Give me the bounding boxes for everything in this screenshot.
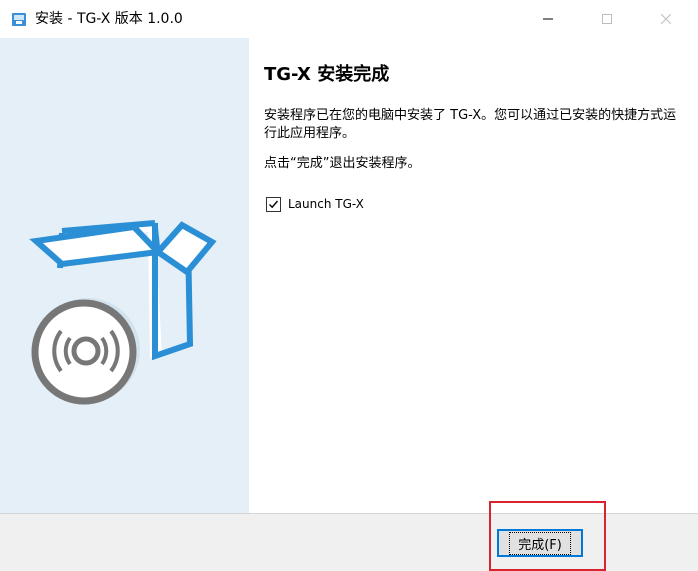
- minimize-button[interactable]: [525, 0, 571, 38]
- wizard-side-panel: [0, 38, 249, 513]
- title-bar: 安装 - TG-X 版本 1.0.0: [0, 0, 698, 38]
- launch-checkbox[interactable]: [266, 196, 281, 212]
- close-icon: [661, 14, 671, 24]
- maximize-icon: [602, 14, 612, 24]
- wizard-content: TG-X 安装完成 安装程序已在您的电脑中安装了 TG-X。您可以通过已安装的快…: [249, 38, 698, 513]
- launch-checkbox-label[interactable]: Launch TG-X: [288, 197, 364, 211]
- finish-button[interactable]: 完成(F): [497, 529, 583, 557]
- checkmark-icon: [269, 200, 279, 208]
- launch-option[interactable]: Launch TG-X: [266, 195, 364, 213]
- installer-icon: [11, 11, 27, 27]
- software-box-illustration: [29, 220, 217, 405]
- page-title: TG-X 安装完成: [264, 64, 390, 85]
- install-complete-message: 安装程序已在您的电脑中安装了 TG-X。您可以通过已安装的快捷方式运行此应用程序…: [264, 108, 677, 141]
- finish-button-label: 完成(F): [509, 531, 571, 555]
- maximize-button[interactable]: [584, 0, 630, 38]
- window-title: 安装 - TG-X 版本 1.0.0: [35, 11, 183, 27]
- close-button[interactable]: [643, 0, 689, 38]
- minimize-icon: [543, 18, 553, 20]
- wizard-footer: [0, 513, 698, 571]
- exit-instruction: 点击“完成”退出安装程序。: [264, 156, 421, 171]
